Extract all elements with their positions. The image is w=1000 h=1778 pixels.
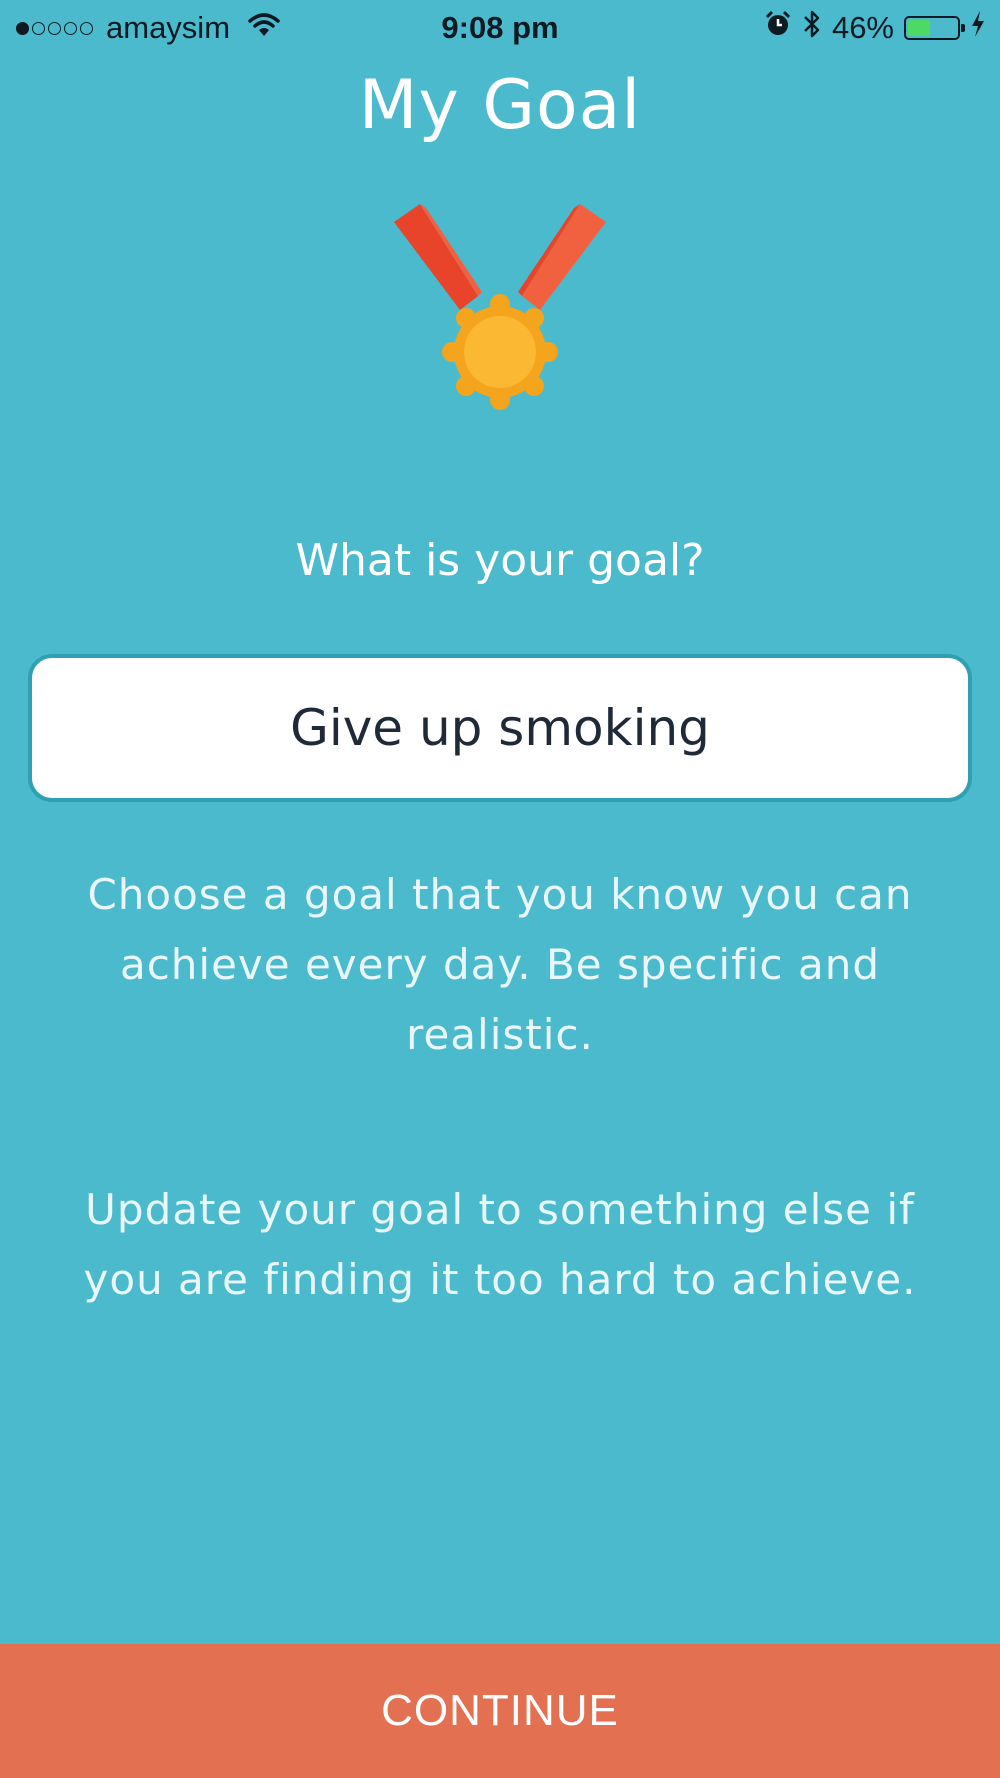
bluetooth-icon bbox=[802, 8, 822, 48]
goal-input[interactable] bbox=[28, 654, 972, 802]
goal-hint-2: Update your goal to something else if yo… bbox=[83, 1185, 917, 1304]
status-bar-right: 46% bbox=[754, 8, 986, 48]
goal-question: What is your goal? bbox=[295, 535, 705, 586]
goal-hint-1: Choose a goal that you know you can achi… bbox=[87, 870, 913, 1059]
battery-icon bbox=[904, 16, 965, 40]
charging-icon bbox=[970, 10, 986, 46]
alarm-icon bbox=[764, 10, 792, 46]
battery-percent: 46% bbox=[831, 10, 894, 45]
status-bar: amaysim 9:08 pm 46% bbox=[0, 0, 1000, 56]
medal-icon bbox=[390, 200, 610, 420]
page-title: My Goal bbox=[358, 66, 642, 145]
continue-button[interactable]: CONTINUE bbox=[0, 1644, 1000, 1778]
